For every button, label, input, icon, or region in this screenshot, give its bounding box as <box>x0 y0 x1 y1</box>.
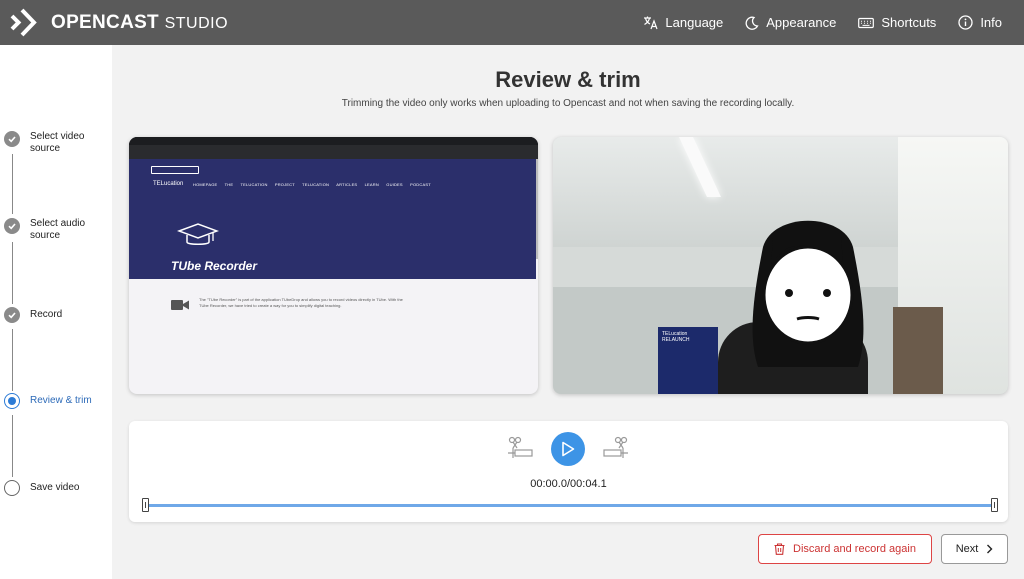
video-camera-icon <box>171 300 189 310</box>
info-button[interactable]: Info <box>958 15 1002 30</box>
screen-recording-preview[interactable]: TELucation HOMEPAGE THE TELUCATION PROJE… <box>129 137 538 394</box>
scissors-icon <box>508 436 533 458</box>
set-trim-end-button[interactable] <box>601 435 629 463</box>
step-connector <box>12 242 13 304</box>
main-content: Review & trim Trimming the video only wo… <box>112 45 1024 579</box>
trash-icon <box>774 543 785 555</box>
opencast-logo-icon <box>10 8 37 37</box>
site-search-box <box>151 166 199 174</box>
shortcuts-label: Shortcuts <box>881 15 937 30</box>
step-label: Select audio source <box>30 218 86 241</box>
step-label: Select video source <box>30 131 85 154</box>
webcam-poster: TELucation RELAUNCH <box>658 327 718 394</box>
step-review-trim[interactable]: Review & trim <box>4 393 102 409</box>
page-title: Review & trim <box>495 67 641 92</box>
check-icon <box>4 131 20 147</box>
step-connector <box>12 329 13 391</box>
trim-start-handle[interactable] <box>142 498 149 512</box>
check-icon <box>4 218 20 234</box>
next-button[interactable]: Next <box>941 534 1008 564</box>
step-label: Record <box>30 309 63 320</box>
browser-tabs <box>129 137 538 145</box>
site-body-text: The "TUbe Recorder" is part of the appli… <box>199 297 403 308</box>
discard-label: Discard and record again <box>793 543 916 555</box>
step-label: Save video <box>30 482 80 493</box>
brand-text: OPENCAST STUDIO <box>51 11 229 33</box>
info-icon <box>958 15 973 30</box>
step-select-audio-source[interactable]: Select audio source <box>4 218 102 242</box>
appearance-button[interactable]: Appearance <box>745 15 836 30</box>
moon-icon <box>745 16 759 30</box>
webcam-shelf <box>893 307 943 394</box>
discard-and-record-again-button[interactable]: Discard and record again <box>758 534 932 564</box>
step-select-video-source[interactable]: Select video source <box>4 131 102 155</box>
page-subtitle: Trimming the video only works when uploa… <box>341 98 795 109</box>
anonymized-face-drawing <box>752 220 864 367</box>
timeline-track[interactable] <box>148 504 992 507</box>
website-header: TELucation HOMEPAGE THE TELUCATION PROJE… <box>129 159 536 279</box>
play-button[interactable] <box>551 432 585 466</box>
set-trim-start-button[interactable] <box>507 435 535 463</box>
site-menu: HOMEPAGE THE TELUCATION PROJECT TELUCATI… <box>193 182 431 187</box>
language-label: Language <box>665 15 724 30</box>
site-title: TUbe Recorder <box>171 259 258 273</box>
site-brand: TELucation <box>153 181 184 187</box>
trim-end-handle[interactable] <box>991 498 998 512</box>
site-scrollbar <box>536 159 538 259</box>
pending-step-indicator <box>4 480 20 496</box>
step-save-video[interactable]: Save video <box>4 480 102 496</box>
next-label: Next <box>955 543 979 555</box>
play-icon <box>562 441 575 457</box>
header-nav: Language Appearance Shortcuts Info <box>643 0 1024 45</box>
trim-timeline[interactable] <box>142 498 998 512</box>
appearance-label: Appearance <box>766 15 837 30</box>
step-sidebar: Select video source Select audio source … <box>0 45 112 579</box>
keyboard-icon <box>858 17 875 28</box>
language-icon <box>644 16 658 30</box>
step-connector <box>12 415 13 477</box>
app-header: OPENCAST STUDIO Language Appearance Shor… <box>0 0 1024 45</box>
step-connector <box>12 154 13 214</box>
check-icon <box>4 307 20 323</box>
opencast-logo[interactable]: OPENCAST STUDIO <box>9 8 228 37</box>
webcam-recording-preview[interactable]: TELucation RELAUNCH <box>553 137 1008 394</box>
shortcuts-button[interactable]: Shortcuts <box>858 15 936 30</box>
step-record[interactable]: Record <box>4 307 102 323</box>
chevron-right-icon <box>987 544 993 554</box>
scissors-icon <box>603 436 628 458</box>
playback-controls: 00:00.0/00:04.1 <box>129 421 1008 522</box>
language-button[interactable]: Language <box>643 15 723 30</box>
info-label: Info <box>980 15 1002 30</box>
timecode: 00:00.0/00:04.1 <box>530 478 607 490</box>
current-step-indicator <box>4 393 20 409</box>
graduation-cap-icon <box>177 223 219 245</box>
step-label: Review & trim <box>30 395 92 406</box>
